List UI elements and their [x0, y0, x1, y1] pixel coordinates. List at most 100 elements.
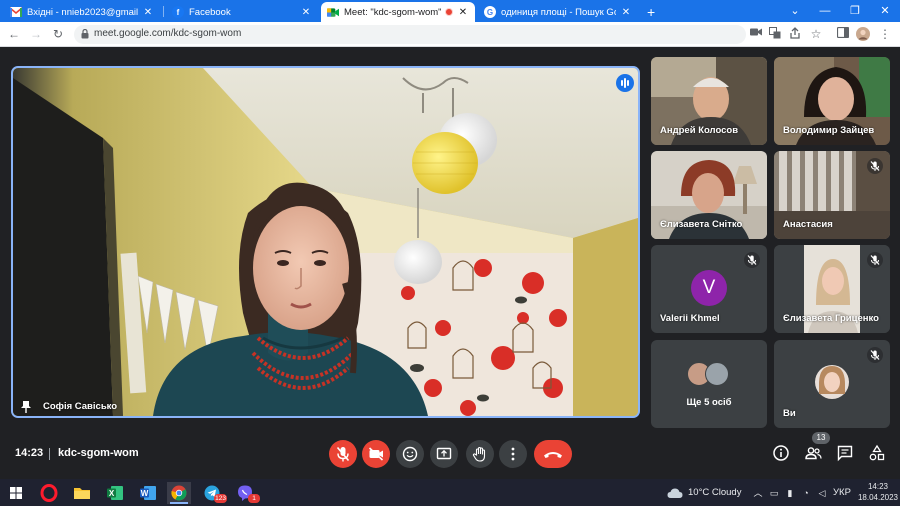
reload-icon[interactable]: ↻ [50, 26, 66, 42]
tab-gmail[interactable]: Вхідні - nnieb2023@gmail.com - ✕ [4, 2, 160, 22]
windows-start-button[interactable] [4, 482, 28, 504]
chevron-up-icon[interactable]: ︿ [752, 487, 764, 499]
clock-time: 14:23 [867, 482, 889, 491]
svg-text:W: W [141, 489, 149, 498]
main-speaker-tile[interactable]: Софія Савісько [11, 66, 640, 418]
emoji-icon [402, 446, 418, 462]
close-window-icon[interactable]: ✕ [876, 3, 894, 19]
folder-icon [74, 488, 90, 499]
close-tab-icon[interactable]: ✕ [457, 7, 469, 18]
clock-date: 18.04.2023 [857, 493, 899, 502]
chrome-icon [171, 485, 187, 501]
back-arrow-icon[interactable]: ← [6, 26, 22, 42]
speaker-icon[interactable]: ◁ [816, 487, 828, 499]
camera-indicator-icon[interactable] [749, 27, 763, 41]
system-clock[interactable]: 14:23 18.04.2023 [857, 481, 899, 503]
participant-name: Анастасия [783, 219, 833, 230]
participant-name: Єлизавета Снітко [660, 219, 743, 230]
raise-hand-button[interactable] [466, 440, 494, 468]
translate-icon[interactable] [768, 27, 782, 41]
participant-tile[interactable]: Єлизавета Гриценко [774, 245, 890, 333]
wifi-icon[interactable]: ◔ [800, 487, 812, 499]
notification-badge: 123 [214, 494, 227, 503]
bookmark-star-icon[interactable]: ☆ [809, 27, 823, 41]
battery-icon[interactable]: ▮ [784, 487, 796, 499]
forward-arrow-icon[interactable]: → [28, 26, 44, 42]
input-language[interactable]: УКР [833, 487, 851, 498]
address-bar[interactable]: meet.google.com/kdc-sgom-wom [74, 25, 746, 44]
more-participants-tile[interactable]: Ще 5 осіб [651, 340, 767, 428]
google-icon: G [484, 6, 496, 18]
notification-badge: 1 [248, 494, 260, 503]
more-options-button[interactable] [499, 440, 527, 468]
activities-button[interactable] [867, 443, 887, 463]
hand-icon [472, 446, 486, 462]
opera-icon [40, 484, 58, 502]
facebook-icon: f [172, 6, 184, 18]
taskbar-app-excel[interactable]: X [103, 482, 127, 504]
present-screen-button[interactable] [430, 440, 458, 468]
participant-name: Єлизавета Гриценко [783, 313, 879, 324]
participant-tile[interactable]: Володимир Зайцев [774, 57, 890, 145]
leave-call-button[interactable] [534, 440, 572, 468]
svg-text:X: X [109, 489, 115, 498]
participant-tile[interactable]: V Valerii Khmel [651, 245, 767, 333]
close-tab-icon[interactable]: ✕ [142, 7, 154, 18]
present-icon [436, 447, 452, 460]
meeting-details-button[interactable] [771, 443, 791, 463]
taskbar-app-word[interactable]: W [136, 482, 160, 504]
close-tab-icon[interactable]: ✕ [300, 7, 312, 18]
participant-tile[interactable]: Єлизавета Снітко [651, 151, 767, 239]
minimize-icon[interactable]: — [816, 3, 834, 19]
participant-tile[interactable]: Анастасия [774, 151, 890, 239]
taskbar-app-viber[interactable]: 1 [233, 482, 260, 504]
url-text: meet.google.com/kdc-sgom-wom [94, 28, 242, 39]
tab-google-search[interactable]: G одиниця площі - Пошук Google ✕ [478, 2, 638, 22]
participant-name: Володимир Зайцев [783, 125, 875, 136]
reactions-button[interactable] [396, 440, 424, 468]
close-tab-icon[interactable]: ✕ [620, 7, 632, 18]
participant-avatar [705, 362, 729, 386]
windows-taskbar: X W 123 1 10°C Cloudy ︿ ▭ ▮ ◔ ◁ УКР 14:2… [0, 479, 900, 506]
tab-separator [163, 6, 164, 17]
toggle-camera-button[interactable] [362, 440, 390, 468]
more-vert-icon [511, 447, 515, 461]
participant-tile[interactable]: Андрей Колосов [651, 57, 767, 145]
self-view-tile[interactable]: Ви [774, 340, 890, 428]
muted-mic-icon [867, 252, 883, 268]
people-button[interactable] [803, 443, 823, 463]
chrome-menu-icon[interactable]: ⋮ [878, 27, 892, 41]
tab-search-icon[interactable]: ⌄ [786, 3, 804, 19]
display-icon[interactable]: ▭ [768, 487, 780, 499]
taskbar-app-opera[interactable] [37, 482, 61, 504]
main-speaker-name: Софія Савісько [43, 401, 118, 412]
restore-icon[interactable]: ❐ [846, 3, 864, 19]
profile-avatar[interactable] [856, 27, 870, 41]
windows-logo-icon [10, 487, 22, 499]
hang-up-icon [544, 452, 562, 458]
taskbar-app-telegram[interactable]: 123 [200, 482, 227, 504]
side-panel-icon[interactable] [836, 26, 850, 41]
more-participants-label: Ще 5 осіб [686, 397, 732, 408]
tab-meet[interactable]: Meet: "kdc-sgom-wom" ✕ [321, 2, 475, 22]
tab-facebook[interactable]: f Facebook ✕ [166, 2, 318, 22]
participant-name: Valerii Khmel [660, 313, 720, 324]
chat-button[interactable] [835, 443, 855, 463]
pin-icon[interactable] [21, 400, 31, 413]
recording-dot-icon [445, 8, 453, 16]
new-tab-button[interactable]: + [641, 2, 661, 22]
tab-title: Facebook [189, 6, 231, 18]
toggle-mic-button[interactable] [329, 440, 357, 468]
share-icon[interactable] [788, 27, 802, 41]
main-speaker-video [13, 68, 638, 416]
taskbar-app-file-explorer[interactable] [70, 482, 94, 504]
taskbar-app-chrome[interactable] [167, 482, 191, 504]
participant-name: Андрей Колосов [660, 125, 739, 136]
activities-icon [869, 444, 885, 461]
camera-off-icon [368, 447, 384, 461]
weather-widget[interactable]: 10°C Cloudy [688, 487, 741, 498]
participant-name: Ви [783, 408, 796, 419]
speaking-indicator-icon [616, 74, 634, 92]
meeting-time: 14:23 [15, 447, 44, 459]
tab-title: Meet: "kdc-sgom-wom" [344, 6, 441, 18]
